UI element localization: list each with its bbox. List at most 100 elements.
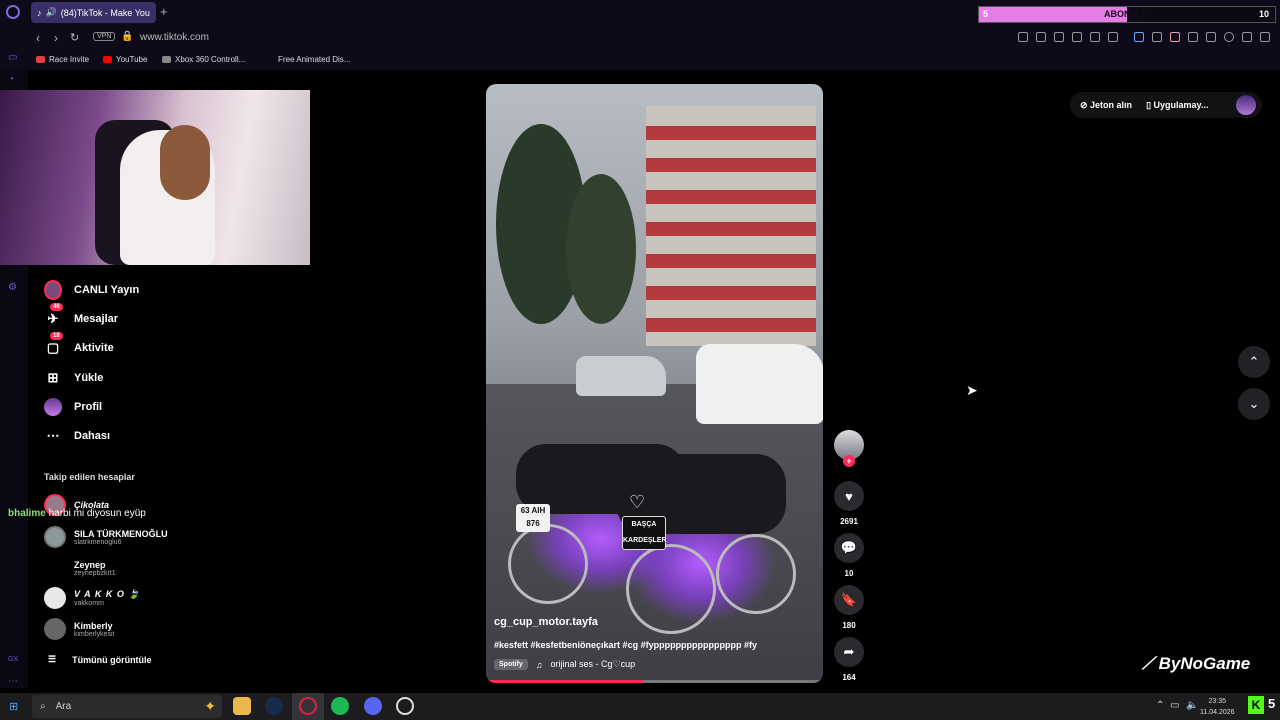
discord-icon[interactable] — [364, 697, 382, 715]
speaker-icon[interactable]: 🔊 — [46, 7, 57, 18]
reload-icon[interactable]: ↻ — [70, 31, 79, 44]
taskbar-search[interactable]: ⌕ Ara ✦ — [32, 695, 222, 718]
bookmarks-bar: Race Invite YouTube Xbox 360 Controll...… — [0, 51, 1280, 70]
settings-icon[interactable]: ⚙ — [8, 282, 20, 294]
history-icon[interactable]: ◔ — [8, 74, 20, 86]
bookmark-animated[interactable]: Free Animated Dis... — [278, 55, 350, 64]
puzzle-icon[interactable] — [1206, 32, 1216, 42]
tab-tiktok[interactable]: ♪ 🔊 (84)TikTok - Make You — [31, 2, 156, 23]
windows-start-icon[interactable]: ⊞ — [9, 700, 18, 713]
extension-icon[interactable] — [1134, 32, 1144, 42]
new-tab-button[interactable]: + — [160, 4, 168, 19]
lock-icon[interactable]: 🔒 — [121, 31, 133, 42]
heart-icon: ♥ — [845, 488, 853, 504]
see-all-button[interactable]: ☰ Tümünü görüntüle — [48, 654, 152, 665]
save-button[interactable]: 🔖 — [834, 585, 864, 615]
get-app-button[interactable]: ▯ Uygulamay... — [1146, 100, 1208, 111]
stream-chat-message: bhalime harbi mi diyosun eyüp — [8, 508, 146, 519]
followed-account[interactable]: SILA TÜRKMENOĞLU slatrkmenoglu6 — [44, 526, 168, 548]
followed-account[interactable]: Zeynep zeynepbzkrt1 — [44, 557, 116, 579]
phone-icon: ▯ — [1146, 99, 1154, 110]
gx-icon[interactable]: GX — [8, 656, 20, 668]
tab-title: (84)TikTok - Make You — [60, 7, 150, 18]
wheel — [716, 534, 796, 614]
music-title: orijinal ses - Cg♡cup — [550, 659, 636, 669]
opera-logo-icon[interactable] — [6, 5, 20, 19]
play-icon[interactable] — [1090, 32, 1100, 42]
user-avatar[interactable] — [1236, 95, 1256, 115]
followed-account[interactable]: Kimberly kimberlykesit — [44, 618, 114, 640]
streamer-hair — [160, 125, 210, 200]
spotify-button[interactable]: Spotify — [494, 659, 528, 670]
screen: ♪ 🔊 (84)TikTok - Make You + 5 ABONELIK 1… — [0, 0, 1280, 720]
download-icon[interactable] — [1242, 32, 1252, 42]
get-coins-button[interactable]: ⊘ Jeton alın — [1080, 100, 1132, 111]
comment-button[interactable]: 💬 — [834, 533, 864, 563]
translate-icon[interactable] — [1072, 32, 1082, 42]
save-count: 180 — [842, 621, 856, 630]
sidebar-item-more[interactable]: ⋯ Dahası — [44, 427, 111, 445]
white-car — [696, 344, 823, 424]
spotify-icon[interactable] — [331, 697, 349, 715]
shield-icon[interactable] — [1054, 32, 1064, 42]
chevron-down-icon: ⌄ — [1248, 396, 1260, 411]
file-explorer-icon[interactable] — [233, 697, 251, 715]
messages-icon: ✈ 46 — [44, 303, 63, 328]
forward-icon[interactable]: › — [54, 31, 58, 45]
share-button[interactable]: ➦ — [834, 637, 864, 667]
sidebar-item-live[interactable]: CANLI Yayın — [44, 280, 139, 300]
account-avatar — [44, 587, 66, 609]
follow-plus-icon[interactable]: + — [843, 455, 855, 467]
music-note-icon: ♫ — [535, 659, 543, 670]
url-field[interactable]: www.tiktok.com — [140, 32, 209, 43]
video-author[interactable]: cg_cup_motor.tayfa — [494, 616, 598, 628]
bookmark-race-invite[interactable]: Race Invite — [36, 55, 89, 64]
pin-icon[interactable] — [1018, 32, 1028, 42]
youtube-icon — [103, 56, 112, 63]
video-caption[interactable]: #kesfett #kesfetbeniöneçıkart #cg #fyppp… — [494, 640, 757, 650]
sidebar-item-upload[interactable]: ⊞ Yükle — [44, 369, 104, 387]
vpn-badge[interactable]: VPN — [93, 32, 116, 41]
heart-icon[interactable] — [1108, 32, 1118, 42]
messenger-icon[interactable]: ▭ — [8, 52, 20, 64]
goal-target: 10 — [1258, 9, 1269, 19]
snapshot-icon[interactable] — [1036, 32, 1046, 42]
tiktok-icon: ♪ — [37, 7, 42, 18]
bookmark-youtube[interactable]: YouTube — [103, 55, 147, 64]
opera-gx-icon[interactable] — [299, 697, 317, 715]
tray-chevron-icon[interactable]: ⌃ — [1156, 700, 1164, 711]
sidebar-item-profile[interactable]: Profil — [44, 398, 102, 416]
extension-icon[interactable] — [1170, 32, 1180, 42]
extension-icon[interactable] — [1188, 32, 1198, 42]
video-music[interactable]: Spotify ♫ orijinal ses - Cg♡cup — [494, 659, 635, 670]
subscription-goal-bar: 5 ABONELIK 10 — [978, 6, 1276, 23]
obs-icon[interactable] — [396, 697, 414, 715]
sidebar-item-activity[interactable]: ▢ 18 Aktivite — [44, 332, 114, 357]
followed-account[interactable]: V A K K O 🍃 vakkomm — [44, 587, 141, 609]
extension-icon[interactable] — [1152, 32, 1162, 42]
race-icon — [36, 56, 45, 63]
more-icon[interactable]: ⋯ — [8, 676, 20, 688]
profile-icon[interactable] — [1224, 32, 1234, 42]
activity-icon: ▢ 18 — [44, 332, 63, 357]
back-icon[interactable]: ‹ — [36, 31, 40, 45]
bookmark-xbox-controller[interactable]: Xbox 360 Controll... — [162, 55, 245, 64]
rear-sign: BAŞÇA KARDEŞLER — [622, 516, 667, 550]
volume-icon[interactable]: 🔈 — [1186, 700, 1198, 711]
menu-icon[interactable] — [1260, 32, 1270, 42]
controller-icon — [162, 56, 171, 63]
next-video-button[interactable]: ⌄ — [1238, 388, 1270, 420]
video-player[interactable]: 63 AIH 876 BAŞÇA KARDEŞLER ♡ cg_cup_moto… — [486, 84, 823, 683]
goal-label: ABONELIK — [1104, 9, 1151, 19]
video-progress-bar[interactable] — [486, 680, 823, 683]
network-icon[interactable]: ▭ — [1170, 700, 1179, 711]
like-count: 2691 — [840, 517, 858, 526]
system-clock[interactable]: 23:35 11.04.2026 — [1200, 696, 1235, 718]
previous-video-button[interactable]: ⌃ — [1238, 346, 1270, 378]
steam-icon[interactable] — [265, 697, 283, 715]
like-button[interactable]: ♥ — [834, 481, 864, 511]
top-right-bar: ⊘ Jeton alın ▯ Uygulamay... — [1070, 92, 1262, 118]
messages-badge: 46 — [50, 303, 63, 311]
sidebar-item-messages[interactable]: ✈ 46 Mesajlar — [44, 303, 118, 328]
clock-date: 11.04.2026 — [1200, 709, 1235, 716]
